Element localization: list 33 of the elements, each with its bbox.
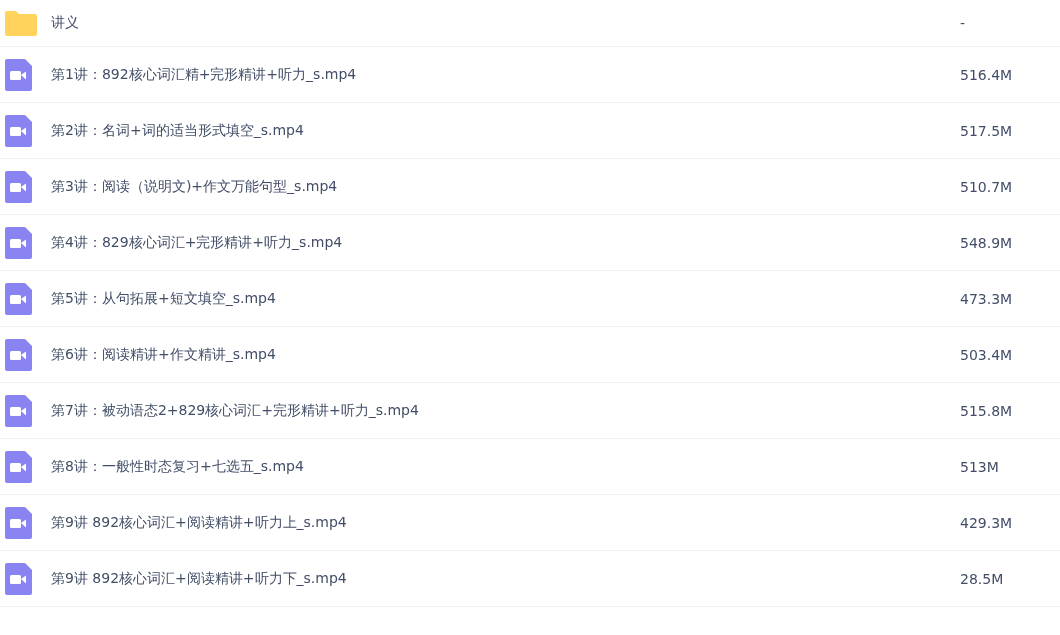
file-size: 473.3M [960,290,1014,307]
file-size: 516.4M [960,66,1014,83]
file-size: 517.5M [960,122,1014,139]
file-name[interactable]: 第9讲 892核心词汇+阅读精讲+听力下_s.mp4 [51,569,960,588]
file-name[interactable]: 第8讲：一般性时态复习+七选五_s.mp4 [51,457,960,476]
file-size: 429.3M [960,514,1014,531]
file-name[interactable]: 讲义 [51,14,960,32]
file-name[interactable]: 第9讲 892核心词汇+阅读精讲+听力上_s.mp4 [51,513,960,532]
file-name[interactable]: 第5讲：从句拓展+短文填空_s.mp4 [51,289,960,308]
video-file-icon [5,282,32,315]
video-file-icon [5,226,32,259]
file-name[interactable]: 第1讲：892核心词汇精+完形精讲+听力_s.mp4 [51,65,960,84]
file-size: 513M [960,458,1000,475]
file-name[interactable]: 第3讲：阅读（说明文)+作文万能句型_s.mp4 [51,177,960,196]
file-size: 548.9M [960,234,1014,251]
file-name[interactable]: 第4讲：829核心词汇+完形精讲+听力_s.mp4 [51,233,960,252]
file-name[interactable]: 第2讲：名词+词的适当形式填空_s.mp4 [51,121,960,140]
file-size: 510.7M [960,178,1014,195]
file-name[interactable]: 第7讲：被动语态2+829核心词汇+完形精讲+听力_s.mp4 [51,401,960,420]
video-file-icon [5,562,32,595]
video-file-icon [5,58,32,91]
file-name[interactable]: 第6讲：阅读精讲+作文精讲_s.mp4 [51,345,960,364]
file-size: 28.5M [960,570,1005,587]
video-file-icon [5,394,32,427]
video-file-icon [5,338,32,371]
video-file-icon [5,506,32,539]
file-size: - [960,15,967,31]
video-file-icon [5,170,32,203]
video-file-icon [5,114,32,147]
file-size: 515.8M [960,402,1014,419]
video-file-icon [5,450,32,483]
folder-icon [5,10,37,36]
file-size: 503.4M [960,346,1014,363]
